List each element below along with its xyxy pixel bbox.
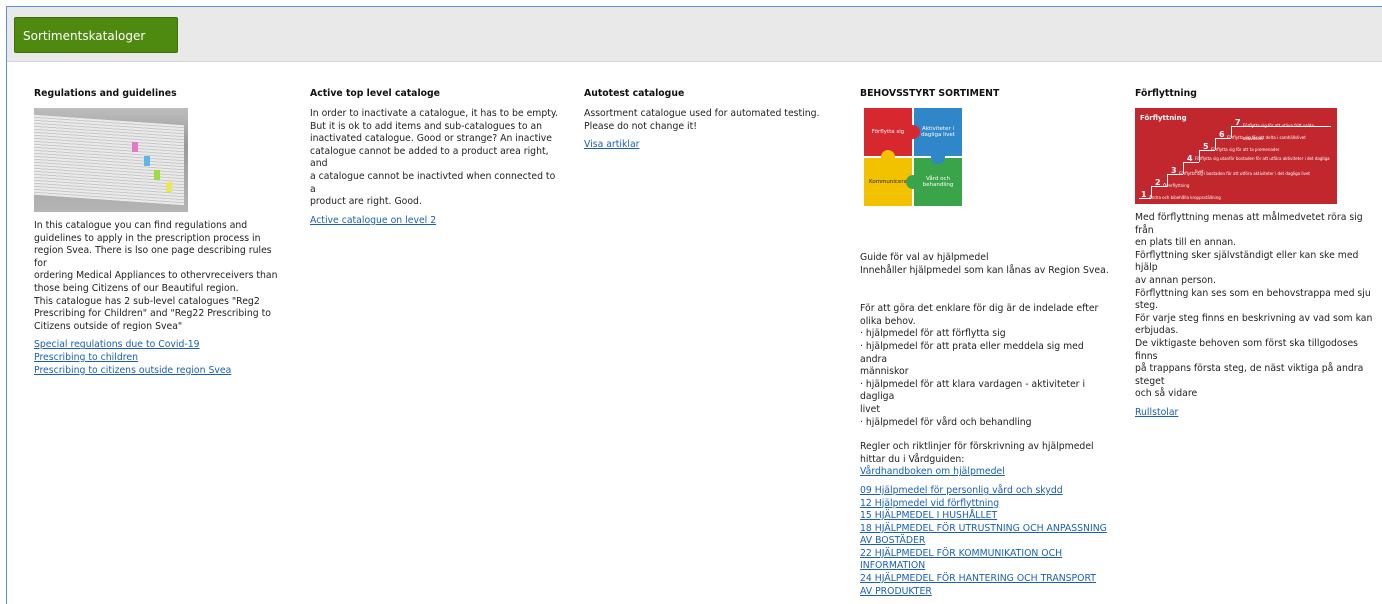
step-number: 5	[1203, 142, 1209, 151]
catalogue-card: Active top level cataloge In order to in…	[310, 88, 560, 227]
catalogue-description: Med förflyttning menas att målmedvetet r…	[1135, 212, 1373, 400]
link-category-24[interactable]: 24 HJÄLPMEDEL FÖR HANTERING OCH TRANSPOR…	[860, 573, 1110, 598]
catalogue-title[interactable]: Förflyttning	[1135, 88, 1379, 100]
catalogue-title[interactable]: Regulations and guidelines	[34, 88, 284, 100]
stairs-image[interactable]: Förflyttning 1 Ändra och bibehålla kropp…	[1135, 108, 1337, 204]
link-prescribing-outside-region[interactable]: Prescribing to citizens outside region S…	[34, 365, 284, 378]
puzzle-piece-yellow: Kommunicera	[864, 158, 912, 206]
header-bar: Sortimentskataloger	[7, 7, 1382, 62]
link-active-catalogue-level-2[interactable]: Active catalogue on level 2	[310, 215, 560, 228]
step-number: 3	[1171, 166, 1177, 175]
book-stack-image[interactable]	[34, 108, 188, 212]
puzzle-knob	[931, 150, 945, 164]
book-pages-image	[34, 114, 184, 206]
step-label: Förflytta sig utanför bostaden för att u…	[1195, 156, 1330, 174]
link-prescribing-children[interactable]: Prescribing to children	[34, 352, 284, 365]
step-number: 2	[1155, 178, 1161, 187]
link-rullstolar[interactable]: Rullstolar	[1135, 407, 1379, 420]
step-number: 4	[1187, 154, 1193, 163]
page-tab-pink	[132, 142, 138, 152]
puzzle-knob	[881, 150, 895, 164]
catalogue-description: In this catalogue you can find regulatio…	[34, 220, 278, 332]
catalogue-title[interactable]: BEHOVSSTYRT SORTIMENT	[860, 88, 1110, 100]
step-number: 1	[1141, 190, 1147, 199]
step-number: 6	[1219, 130, 1225, 139]
link-category-22[interactable]: 22 HJÄLPMEDEL FÖR KOMMUNIKATION OCH INFO…	[860, 548, 1110, 573]
step-label: Förflytta sig för att ta promenader	[1211, 147, 1280, 152]
puzzle-piece-green: Vård och behandling	[914, 158, 962, 206]
step-number: 7	[1235, 118, 1241, 127]
catalogue-description: In order to inactivate a catalogue, it h…	[310, 108, 559, 208]
catalogue-card: BEHOVSSTYRT SORTIMENT Förflytta sig Akti…	[860, 88, 1110, 598]
puzzle-piece-red: Förflytta sig	[864, 108, 912, 156]
catalogue-card: Förflyttning Förflyttning 1 Ändra och bi…	[1135, 88, 1379, 420]
page-tab-yellow	[166, 182, 172, 192]
link-category-09[interactable]: 09 Hjälpmedel för personlig vård och sky…	[860, 485, 1110, 498]
catalogue-intro: Guide för val av hjälpmedel Innehåller h…	[860, 252, 1109, 276]
step-label: Överflyttning	[1163, 183, 1190, 188]
stairs-title: Förflyttning	[1140, 114, 1187, 122]
link-category-12[interactable]: 12 Hjälpmedel vid förflyttning	[860, 498, 1110, 511]
link-category-18[interactable]: 18 HJÄLPMEDEL FÖR UTRUSTNING OCH ANPASSN…	[860, 523, 1110, 548]
catalogue-card: Autotest catalogue Assortment catalogue …	[584, 88, 834, 152]
catalogue-card: Regulations and guidelines In this catal…	[34, 88, 284, 377]
page-tab-blue	[144, 156, 150, 166]
puzzle-knob	[906, 175, 920, 189]
page-tab-green	[154, 170, 160, 180]
step-label: Förflytta sig för att utöva fritt valda …	[1243, 123, 1314, 141]
catalogue-description: Assortment catalogue used for automated …	[584, 108, 820, 132]
puzzle-image[interactable]: Förflytta sig Aktiviteter i dagliga live…	[864, 108, 964, 208]
step-label: Ändra och bibehålla kroppsställning	[1149, 195, 1221, 200]
puzzle-knob	[906, 125, 920, 139]
link-vardhandboken[interactable]: Vårdhandboken om hjälpmedel	[860, 466, 1110, 479]
puzzle-piece-blue: Aktiviteter i dagliga livet	[914, 108, 962, 156]
link-category-15[interactable]: 15 HJÄLPMEDEL I HUSHÅLLET	[860, 510, 1110, 523]
catalogue-title[interactable]: Autotest catalogue	[584, 88, 834, 100]
link-covid-regulations[interactable]: Special regulations due to Covid-19	[34, 339, 284, 352]
link-visa-artiklar[interactable]: Visa artiklar	[584, 139, 834, 152]
catalogue-title[interactable]: Active top level cataloge	[310, 88, 560, 100]
tab-sortimentskataloger[interactable]: Sortimentskataloger	[14, 17, 178, 53]
catalogue-guide-text: Regler och riktlinjer för förskrivning a…	[860, 441, 1094, 465]
frame-border-left	[6, 6, 7, 604]
catalogue-description: För att göra det enklare för dig är de i…	[860, 303, 1099, 428]
